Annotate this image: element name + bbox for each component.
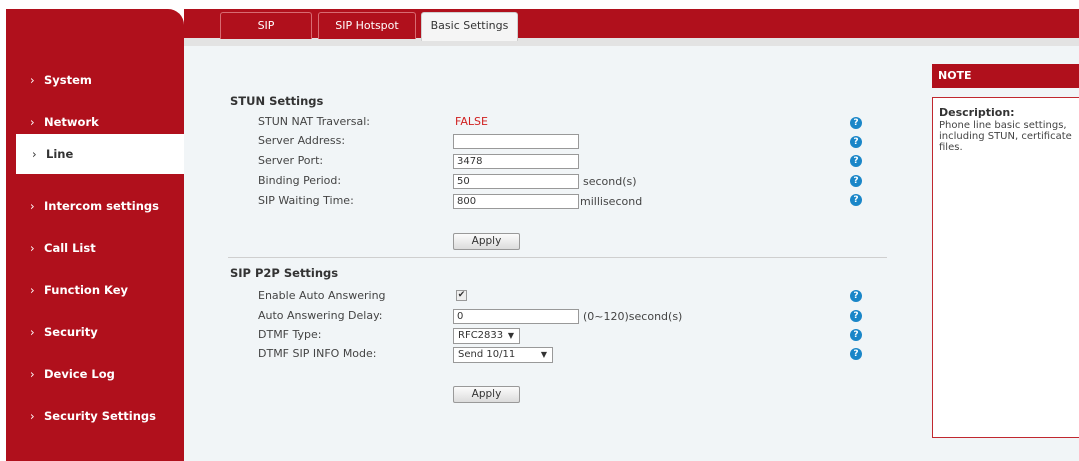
server-port-label: Server Port: bbox=[258, 154, 324, 167]
help-icon[interactable]: ? bbox=[850, 136, 862, 148]
chevron-right-icon: › bbox=[30, 409, 35, 423]
sidebar-item-label: System bbox=[44, 73, 92, 87]
note-text: Phone line basic settings, including STU… bbox=[939, 120, 1072, 153]
help-icon[interactable]: ? bbox=[850, 329, 862, 341]
tab-sip-hotspot[interactable]: SIP Hotspot bbox=[318, 12, 416, 39]
help-icon[interactable]: ? bbox=[850, 194, 862, 206]
sip-p2p-settings-title: SIP P2P Settings bbox=[230, 266, 339, 280]
chevron-right-icon: › bbox=[32, 147, 37, 161]
chevron-right-icon: › bbox=[30, 283, 35, 297]
help-icon[interactable]: ? bbox=[850, 310, 862, 322]
sidebar-item-intercom-settings[interactable]: › Intercom settings bbox=[6, 186, 184, 226]
sip-waiting-time-label: SIP Waiting Time: bbox=[258, 194, 354, 207]
stun-settings-title: STUN Settings bbox=[230, 94, 324, 108]
dtmf-type-label: DTMF Type: bbox=[258, 328, 322, 341]
dtmf-type-value: RFC2833 bbox=[458, 330, 504, 341]
sidebar-item-line[interactable]: › Line bbox=[16, 134, 190, 174]
dtmf-sip-info-mode-label: DTMF SIP INFO Mode: bbox=[258, 347, 377, 360]
stun-apply-button[interactable]: Apply bbox=[453, 233, 520, 250]
sidebar-item-label: Network bbox=[44, 115, 99, 129]
stun-nat-traversal-label: STUN NAT Traversal: bbox=[258, 115, 370, 128]
binding-period-input[interactable] bbox=[453, 174, 579, 189]
dtmf-sip-info-mode-select[interactable]: Send 10/11 ▼ bbox=[453, 347, 553, 363]
sidebar-item-function-key[interactable]: › Function Key bbox=[6, 270, 184, 310]
server-address-input[interactable] bbox=[453, 134, 579, 149]
section-divider bbox=[228, 257, 887, 258]
binding-period-unit: second(s) bbox=[583, 175, 637, 188]
note-panel: Description: Phone line basic settings, … bbox=[932, 97, 1079, 438]
auto-answering-delay-unit: (0~120)second(s) bbox=[583, 310, 683, 323]
help-icon[interactable]: ? bbox=[850, 117, 862, 129]
tab-basic-settings[interactable]: Basic Settings bbox=[421, 12, 518, 41]
help-icon[interactable]: ? bbox=[850, 175, 862, 187]
help-icon[interactable]: ? bbox=[850, 348, 862, 360]
sidebar-item-label: Security Settings bbox=[44, 409, 156, 423]
p2p-apply-button[interactable]: Apply bbox=[453, 386, 520, 403]
sidebar-item-label: Intercom settings bbox=[44, 199, 159, 213]
sidebar: › System › Network › Line › Intercom setting… bbox=[6, 9, 190, 461]
sidebar-item-label: Function Key bbox=[44, 283, 129, 297]
chevron-right-icon: › bbox=[30, 325, 35, 339]
sidebar-item-security-settings[interactable]: › Security Settings bbox=[6, 396, 184, 436]
chevron-right-icon: › bbox=[30, 73, 35, 87]
sip-waiting-time-unit: millisecond bbox=[580, 195, 643, 208]
auto-answering-delay-label: Auto Answering Delay: bbox=[258, 309, 383, 322]
note-title: Description: bbox=[939, 106, 1015, 119]
help-icon[interactable]: ? bbox=[850, 155, 862, 167]
sidebar-item-label: Call List bbox=[44, 241, 96, 255]
sidebar-item-label: Device Log bbox=[44, 367, 115, 381]
auto-answering-delay-input[interactable] bbox=[453, 309, 579, 324]
sidebar-item-system[interactable]: › System bbox=[6, 60, 184, 100]
sidebar-item-security[interactable]: › Security bbox=[6, 312, 184, 352]
sidebar-item-label: Line bbox=[46, 147, 74, 161]
chevron-right-icon: › bbox=[30, 199, 35, 213]
auto-answering-checkbox[interactable]: ✔ bbox=[456, 290, 467, 301]
sidebar-item-device-log[interactable]: › Device Log bbox=[6, 354, 184, 394]
note-heading: NOTE bbox=[932, 64, 1079, 88]
sidebar-item-label: Security bbox=[44, 325, 98, 339]
chevron-right-icon: › bbox=[30, 367, 35, 381]
sidebar-item-call-list[interactable]: › Call List bbox=[6, 228, 184, 268]
server-port-input[interactable] bbox=[453, 154, 579, 169]
tab-sip[interactable]: SIP bbox=[220, 12, 312, 39]
stun-nat-traversal-value: FALSE bbox=[455, 115, 488, 128]
binding-period-label: Binding Period: bbox=[258, 174, 342, 187]
dropdown-arrow-icon: ▼ bbox=[540, 350, 547, 359]
auto-answering-label: Enable Auto Answering bbox=[258, 289, 386, 302]
help-icon[interactable]: ? bbox=[850, 290, 862, 302]
chevron-right-icon: › bbox=[30, 241, 35, 255]
dtmf-sip-info-mode-value: Send 10/11 bbox=[458, 349, 516, 360]
dropdown-arrow-icon: ▼ bbox=[507, 331, 514, 340]
dtmf-type-select[interactable]: RFC2833 ▼ bbox=[453, 328, 520, 344]
sip-waiting-time-input[interactable] bbox=[453, 194, 579, 209]
top-bar-shadow bbox=[184, 38, 1079, 46]
server-address-label: Server Address: bbox=[258, 134, 346, 147]
